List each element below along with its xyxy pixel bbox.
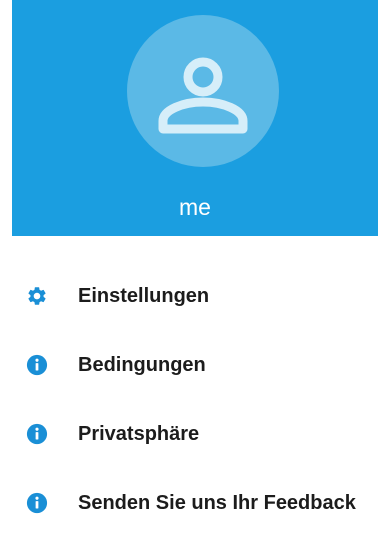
menu-item-label: Bedingungen: [78, 353, 206, 376]
menu-item-settings[interactable]: Einstellungen: [0, 268, 378, 324]
info-icon: [26, 423, 48, 445]
info-icon: [26, 354, 48, 376]
menu-item-label: Einstellungen: [78, 284, 210, 307]
avatar[interactable]: [127, 15, 279, 167]
navigation-drawer: me Einstellungen Bedingungen Privatsphär…: [0, 0, 378, 550]
menu-item-label: Senden Sie uns Ihr Feedback: [78, 491, 356, 514]
profile-header: me: [12, 0, 378, 236]
menu-item-privacy[interactable]: Privatsphäre: [0, 406, 378, 462]
person-icon: [158, 57, 248, 134]
profile-name: me: [179, 194, 211, 220]
info-icon: [26, 492, 48, 514]
menu-item-terms[interactable]: Bedingungen: [0, 337, 378, 393]
gear-icon: [26, 285, 48, 307]
menu-item-feedback[interactable]: Senden Sie uns Ihr Feedback: [0, 475, 378, 531]
menu-item-label: Privatsphäre: [78, 422, 200, 445]
